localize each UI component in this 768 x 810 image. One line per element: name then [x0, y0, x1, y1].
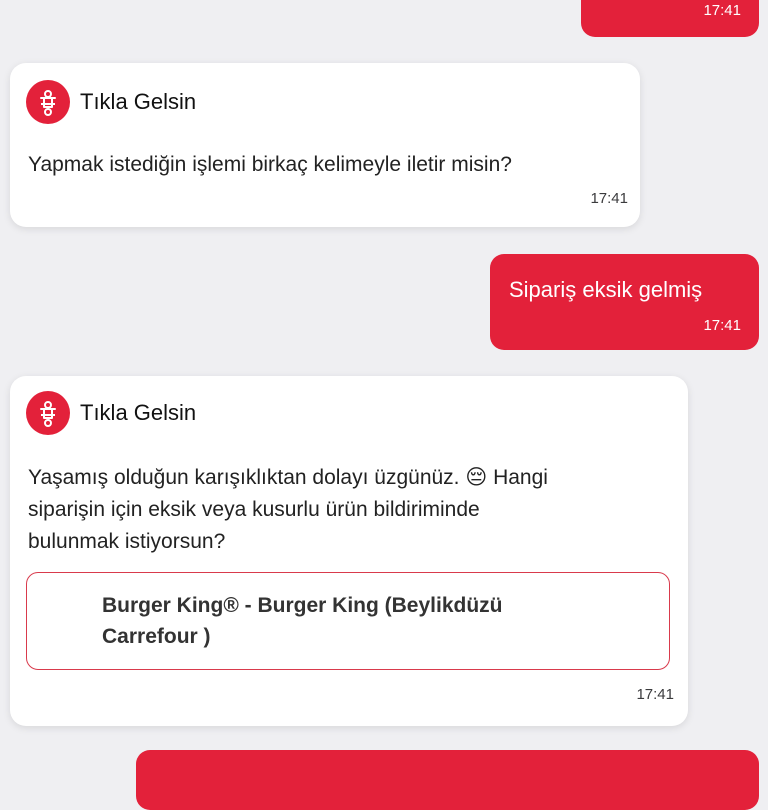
user-message-bubble — [136, 750, 759, 810]
order-name-line: Carrefour ) — [102, 625, 211, 648]
order-select-button[interactable]: Burger King® - Burger King (Beylikdüzü C… — [26, 572, 670, 670]
bot-sender-name: Tıkla Gelsin — [80, 400, 197, 425]
bot-message-bubble: Tıkla Gelsin Yapmak istediğin işlemi bir… — [10, 63, 640, 227]
message-timestamp: 17:41 — [703, 317, 741, 334]
message-timestamp: 17:41 — [703, 2, 741, 19]
scooter-icon — [26, 391, 70, 435]
scooter-icon — [26, 80, 70, 124]
order-name-line: Burger King® - Burger King (Beylikdüzü — [102, 594, 503, 617]
user-message-bubble: 17:41 — [581, 0, 759, 37]
message-timestamp: 17:41 — [590, 190, 628, 207]
message-timestamp: 17:41 — [636, 686, 674, 703]
bot-message-bubble: Tıkla Gelsin Yaşamış olduğun karışıklıkt… — [10, 376, 688, 726]
bot-sender-header: Tıkla Gelsin — [26, 391, 196, 435]
bot-sender-name: Tıkla Gelsin — [80, 89, 197, 114]
user-message-text: Sipariş eksik gelmiş — [509, 277, 703, 302]
user-message-bubble: Sipariş eksik gelmiş 17:41 — [490, 254, 759, 350]
bot-message-line: Yaşamış olduğun karışıklıktan dolayı üzg… — [28, 466, 548, 489]
bot-message-line: bulunmak istiyorsun? — [28, 530, 226, 553]
bot-message-text: Yaşamış olduğun karışıklıktan dolayı üzg… — [28, 462, 548, 558]
bot-message-text: Yapmak istediğin işlemi birkaç kelimeyle… — [28, 153, 512, 176]
bot-message-line: siparişin için eksik veya kusurlu ürün b… — [28, 498, 480, 521]
bot-sender-header: Tıkla Gelsin — [26, 80, 196, 124]
